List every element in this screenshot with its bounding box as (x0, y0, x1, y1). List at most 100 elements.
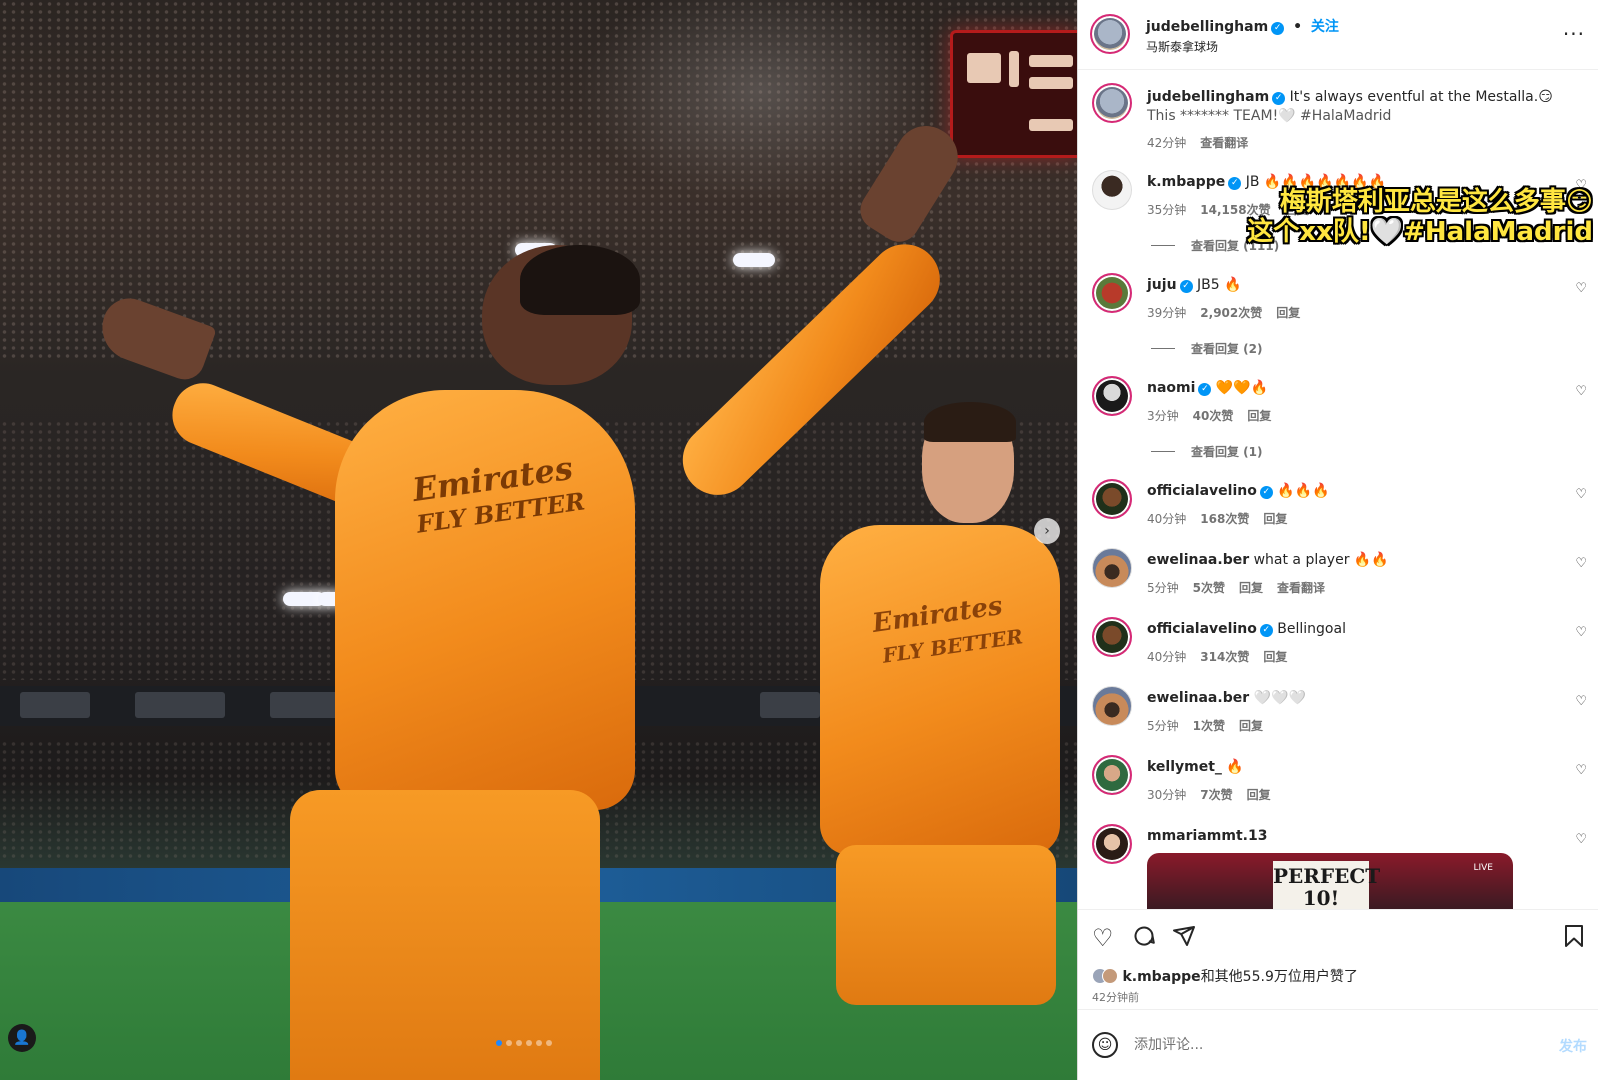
comment-time: 3分钟 (1147, 409, 1179, 423)
verified-badge-icon: ✓ (1259, 624, 1273, 637)
author-username[interactable]: judebellingham (1146, 19, 1268, 35)
subtitle-line-2: 这个xx队!🤍#HalaMadrid (1247, 217, 1593, 247)
comment-username[interactable]: naomi (1147, 380, 1195, 396)
comment-likes[interactable]: 1次赞 (1193, 719, 1225, 733)
comment-text: 🔥 (1226, 759, 1244, 775)
comment-username[interactable]: juju (1147, 277, 1177, 293)
carousel-dot (516, 1040, 522, 1046)
translate-link[interactable]: 查看翻译 (1200, 136, 1248, 150)
reply-button[interactable]: 回复 (1276, 306, 1300, 320)
comment-like-heart-icon[interactable]: ♡ (1575, 625, 1587, 640)
comment-meta: 5分钟 1次赞 回复 (1147, 717, 1263, 734)
verified-badge-icon: ✓ (1179, 280, 1193, 293)
comment-icon[interactable] (1132, 924, 1156, 954)
commenter-avatar[interactable] (1092, 755, 1132, 795)
commenter-avatar[interactable] (1092, 686, 1132, 726)
comment-likes[interactable]: 168次赞 (1200, 512, 1249, 526)
commenter-avatar[interactable] (1092, 824, 1132, 864)
comment-like-heart-icon[interactable]: ♡ (1575, 832, 1587, 847)
caption-username[interactable]: judebellingham (1147, 89, 1269, 105)
commenter-avatar[interactable] (1092, 376, 1132, 416)
comment-username[interactable]: ewelinaa.ber (1147, 552, 1249, 568)
comment-likes[interactable]: 40次赞 (1193, 409, 1234, 423)
commenter-avatar[interactable] (1092, 273, 1132, 313)
tagged-users-icon[interactable]: 👤 (8, 1024, 36, 1052)
comment-username[interactable]: officialavelino (1147, 483, 1257, 499)
comment-text: JB5 🔥 (1196, 277, 1242, 293)
reply-button[interactable]: 回复 (1247, 409, 1271, 423)
commenter-avatar[interactable] (1092, 170, 1132, 210)
heart-icon[interactable]: ♡ (1092, 924, 1114, 952)
comment-username[interactable]: ewelinaa.ber (1147, 690, 1249, 706)
post-location[interactable]: 马斯泰拿球场 (1146, 38, 1218, 55)
comment-like-heart-icon[interactable]: ♡ (1575, 694, 1587, 709)
bookmark-icon[interactable] (1563, 924, 1585, 954)
emoji-icon[interactable]: ☺ (1092, 1032, 1118, 1058)
liked-by-rest[interactable]: 和其他55.9万位用户赞了 (1201, 969, 1358, 985)
comments-list[interactable]: judebellingham ✓ It's always eventful at … (1078, 71, 1598, 909)
comment-like-heart-icon[interactable]: ♡ (1575, 556, 1587, 571)
more-options-icon[interactable]: ··· (1563, 22, 1585, 46)
reply-button[interactable]: 回复 (1263, 650, 1287, 664)
view-replies-button[interactable]: 查看回复 (1) (1151, 443, 1263, 460)
comment-gif-image[interactable]: PERFECT 10! LIVE (1147, 853, 1513, 909)
caption-text-2: This ******* TEAM!🤍 #HalaMadrid (1147, 108, 1392, 124)
liked-by-username[interactable]: k.mbappe (1122, 969, 1200, 985)
comment-username[interactable]: kellymet_ (1147, 759, 1222, 775)
stadium-scoreboard (950, 30, 1077, 158)
comment-input[interactable] (1134, 1028, 1524, 1062)
author-avatar[interactable] (1092, 83, 1132, 123)
verified-badge-icon: ✓ (1259, 486, 1273, 499)
comment-meta: 40分钟 168次赞 回复 (1147, 510, 1287, 527)
liker-avatar (1102, 968, 1118, 984)
chevron-right-icon[interactable]: › (1034, 518, 1060, 544)
comment-username[interactable]: k.mbappe (1147, 174, 1225, 190)
comment-time: 40分钟 (1147, 650, 1187, 664)
comment-likes[interactable]: 7次赞 (1200, 788, 1232, 802)
reply-button[interactable]: 回复 (1263, 512, 1287, 526)
verified-badge-icon: ✓ (1198, 383, 1212, 396)
post-header: judebellingham ✓ • 关注 马斯泰拿球场 ··· (1078, 0, 1598, 70)
comment-body: mmariammt.13 (1147, 828, 1267, 844)
comment-meta: 5分钟 5次赞 回复 查看翻译 (1147, 579, 1325, 596)
comment-body: officialavelino ✓ 🔥🔥🔥 (1147, 483, 1330, 499)
post-comment-button[interactable]: 发布 (1559, 1036, 1587, 1056)
comment-like-heart-icon[interactable]: ♡ (1575, 763, 1587, 778)
post-timestamp[interactable]: 42分钟前 (1092, 989, 1139, 1005)
commenter-avatar[interactable] (1092, 479, 1132, 519)
translate-link[interactable]: 查看翻译 (1277, 581, 1325, 595)
comment-username[interactable]: mmariammt.13 (1147, 828, 1267, 844)
caption-text-1: It's always eventful at the Mestalla.😏 (1289, 89, 1553, 105)
comment-meta: 39分钟 2,902次赞 回复 (1147, 304, 1300, 321)
author-avatar[interactable] (1090, 14, 1130, 54)
comment-body: ewelinaa.ber 🤍🤍🤍 (1147, 690, 1306, 706)
reply-button[interactable]: 回复 (1247, 788, 1271, 802)
commenter-avatar[interactable] (1092, 548, 1132, 588)
comment-like-heart-icon[interactable]: ♡ (1575, 487, 1587, 502)
comment-body: naomi ✓ 🧡🧡🔥 (1147, 380, 1268, 396)
comment-text: Bellingoal (1277, 621, 1346, 637)
carousel-dot (546, 1040, 552, 1046)
commenter-avatar[interactable] (1092, 617, 1132, 657)
send-icon[interactable] (1172, 924, 1196, 954)
caption-meta: 42分钟 查看翻译 (1147, 134, 1248, 151)
comment-likes[interactable]: 2,902次赞 (1200, 306, 1262, 320)
reply-button[interactable]: 回复 (1239, 719, 1263, 733)
comment-username[interactable]: officialavelino (1147, 621, 1257, 637)
header-separator: • (1293, 19, 1303, 35)
post-photo[interactable]: Emirates FLY BETTER Emirates FLY BETTER … (0, 0, 1077, 1080)
reply-button[interactable]: 回复 (1239, 581, 1263, 595)
comment-meta: 30分钟 7次赞 回复 (1147, 786, 1271, 803)
comment-meta: 3分钟 40次赞 回复 (1147, 407, 1271, 424)
view-replies-button[interactable]: 查看回复 (2) (1151, 340, 1263, 357)
comment-likes[interactable]: 5次赞 (1193, 581, 1225, 595)
add-comment-bar: ☺ 发布 (1078, 1009, 1598, 1080)
comment-like-heart-icon[interactable]: ♡ (1575, 384, 1587, 399)
comment-likes[interactable]: 314次赞 (1200, 650, 1249, 664)
follow-button[interactable]: 关注 (1311, 19, 1339, 35)
post-side-panel: judebellingham ✓ • 关注 马斯泰拿球场 ··· judebell… (1077, 0, 1598, 1080)
comment-like-heart-icon[interactable]: ♡ (1575, 281, 1587, 296)
subtitle-overlay: 梅斯塔利亚总是这么多事😏 这个xx队!🤍#HalaMadrid (1247, 187, 1593, 247)
comment-text: what a player 🔥🔥 (1253, 552, 1389, 568)
comment-time: 40分钟 (1147, 512, 1187, 526)
